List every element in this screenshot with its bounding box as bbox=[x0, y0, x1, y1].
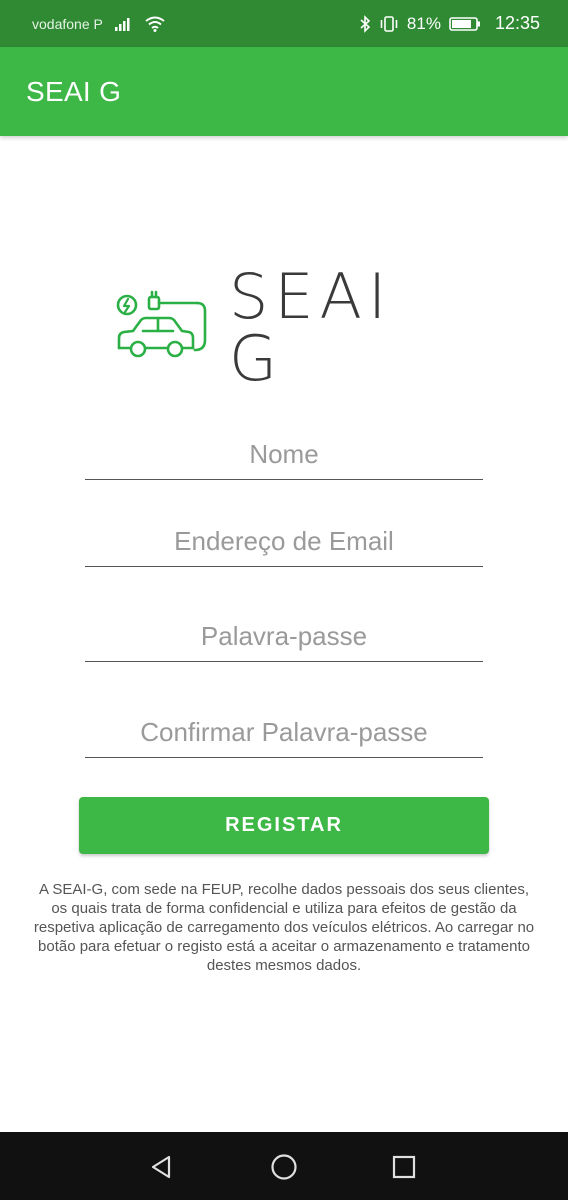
name-input[interactable] bbox=[85, 430, 483, 479]
recents-icon[interactable] bbox=[390, 1153, 418, 1181]
clock: 12:35 bbox=[494, 13, 540, 33]
vibrate-icon bbox=[379, 15, 399, 33]
confirm-password-field bbox=[85, 708, 483, 758]
password-input[interactable] bbox=[85, 612, 483, 661]
email-field bbox=[85, 517, 483, 567]
status-left: vodafone P bbox=[32, 16, 165, 32]
status-right: 81% 12:35 bbox=[359, 13, 540, 34]
logo-text: SEAI G bbox=[229, 260, 393, 395]
home-icon[interactable] bbox=[270, 1153, 298, 1181]
navigation-bar bbox=[0, 1132, 568, 1200]
back-icon[interactable] bbox=[148, 1153, 176, 1181]
name-field bbox=[85, 430, 483, 480]
app-title: SEAI G bbox=[26, 75, 122, 107]
ev-charging-car-icon bbox=[113, 288, 209, 368]
email-input[interactable] bbox=[85, 517, 483, 566]
password-field bbox=[85, 612, 483, 662]
status-bar: vodafone P 81% 12:35 bbox=[0, 0, 568, 47]
signal-icon bbox=[114, 17, 133, 31]
logo: SEAI G bbox=[113, 266, 458, 390]
battery-percent: 81% bbox=[406, 13, 441, 33]
bluetooth-icon bbox=[359, 14, 371, 33]
wifi-icon bbox=[145, 16, 165, 32]
register-button[interactable]: REGISTAR bbox=[79, 797, 489, 854]
carrier-label: vodafone P bbox=[32, 15, 103, 32]
app-bar: SEAI G bbox=[0, 47, 568, 136]
privacy-disclaimer: A SEAI-G, com sede na FEUP, recolhe dado… bbox=[33, 881, 535, 974]
confirm-password-input[interactable] bbox=[85, 708, 483, 757]
battery-icon bbox=[449, 16, 481, 32]
